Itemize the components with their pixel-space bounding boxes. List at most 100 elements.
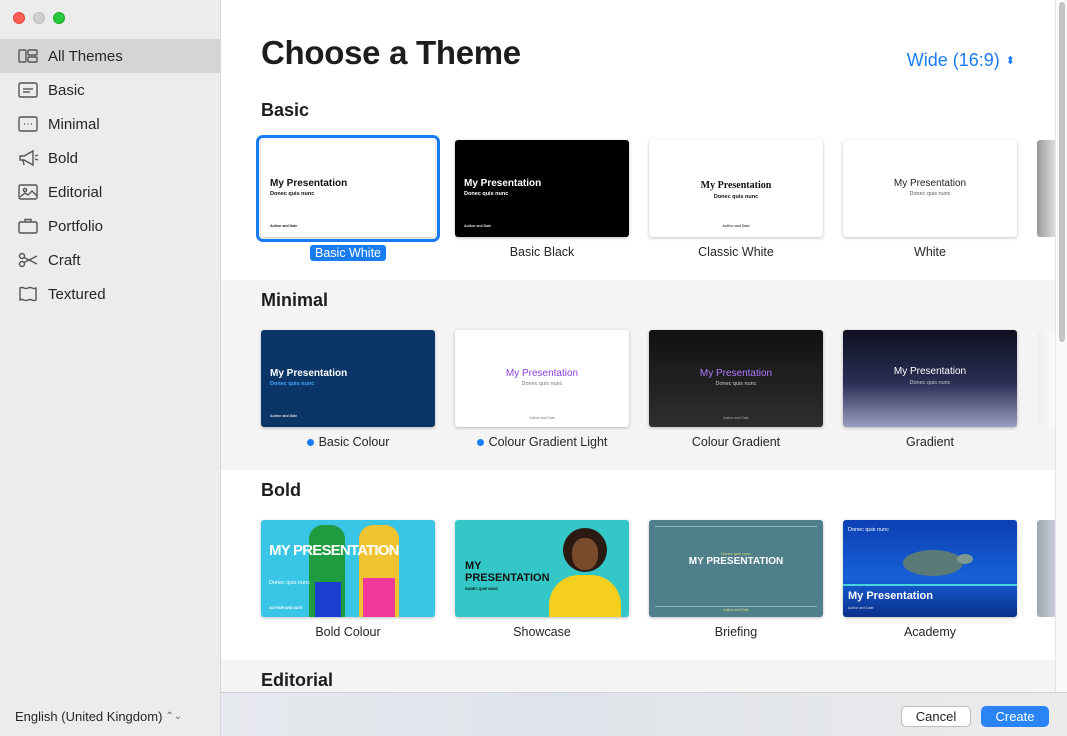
thumbnail-title: My Presentation: [848, 590, 933, 602]
theme-label: Classic White: [698, 245, 774, 259]
theme-showcase[interactable]: MY PRESENTATION DONEC QUIS NUNC Showcase: [455, 520, 629, 641]
turtle-head: [957, 554, 973, 564]
thumbnail-subtitle: Donec quis nunc: [270, 191, 315, 197]
theme-label: Basic Colour: [306, 435, 389, 449]
aspect-ratio-selector[interactable]: Wide (16:9) ⬍: [907, 50, 1015, 71]
theme-thumbnail[interactable]: My Presentation Donec quis nunc: [843, 140, 1017, 237]
theme-colour-gradient-light[interactable]: My Presentation Donec quis nunc Author a…: [455, 330, 629, 451]
thumbnail-footer: Author and Date: [270, 414, 298, 418]
theme-basic-white[interactable]: My Presentation Donec quis nunc Author a…: [256, 135, 440, 262]
sidebar-item-textured[interactable]: Textured: [0, 277, 220, 311]
create-button[interactable]: Create: [981, 706, 1049, 727]
sidebar-item-basic[interactable]: Basic: [0, 73, 220, 107]
theme-bold-colour[interactable]: MY PRESENTATION Donec quis nunc AUTHOR A…: [261, 520, 435, 641]
theme-thumbnail[interactable]: My Presentation Donec quis nunc Author a…: [261, 330, 435, 427]
language-label: English (United Kingdom): [15, 709, 163, 724]
new-indicator-dot: [306, 438, 314, 446]
sidebar-item-label: Editorial: [48, 183, 103, 201]
vertical-scrollbar[interactable]: [1055, 0, 1067, 692]
theme-thumbnail[interactable]: My Presentation Donec quis nunc Author a…: [455, 140, 629, 237]
theme-thumbnail[interactable]: My Presentation Donec quis nunc Author a…: [256, 135, 440, 242]
thumbnail-subtitle: Donec quis nunc: [715, 381, 757, 387]
theme-chooser-main: Choose a Theme Wide (16:9) ⬍ Basic My Pr…: [221, 0, 1055, 692]
thumbnail-title: My Presentation: [893, 178, 967, 189]
sidebar-item-label: Craft: [48, 251, 81, 269]
image-icon: [17, 182, 39, 202]
theme-basic-black[interactable]: My Presentation Donec quis nunc Author a…: [455, 140, 629, 262]
sidebar-item-editorial[interactable]: Editorial: [0, 175, 220, 209]
section-heading: Minimal: [261, 290, 329, 310]
thumbnail-footer: Author and Date: [723, 416, 749, 420]
theme-label: Colour Gradient: [691, 435, 781, 449]
sidebar-item-minimal[interactable]: Minimal: [0, 107, 220, 141]
theme-thumbnail-partial[interactable]: [1037, 520, 1055, 617]
thumbnail-title: My Presentation: [270, 178, 348, 189]
theme-thumbnail[interactable]: My Presentation Donec quis nunc: [843, 330, 1017, 427]
basic-icon: [17, 80, 39, 100]
thumbnail-footer: Author and Date: [270, 224, 298, 228]
minimal-icon: [17, 114, 39, 134]
thumbnail-footer: Author and Date: [722, 224, 750, 228]
sidebar-item-craft[interactable]: Craft: [0, 243, 220, 277]
sidebar-item-label: Portfolio: [48, 217, 104, 235]
theme-thumbnail[interactable]: MY PRESENTATION DONEC QUIS NUNC: [455, 520, 629, 617]
thumbnail-title: My Presentation: [699, 368, 773, 379]
theme-thumbnail[interactable]: Donec quis nunc MY PRESENTATION Author a…: [649, 520, 823, 617]
sidebar-item-bold[interactable]: Bold: [0, 141, 220, 175]
turtle-shell: [903, 550, 963, 576]
section-heading: Basic: [261, 100, 310, 120]
section-editorial: Editorial: [221, 660, 1055, 692]
theme-thumbnail[interactable]: My Presentation Donec quis nunc Author a…: [649, 140, 823, 237]
maximize-window-button[interactable]: [53, 12, 65, 24]
sidebar-item-portfolio[interactable]: Portfolio: [0, 209, 220, 243]
theme-label-text: Colour Gradient Light: [488, 435, 608, 449]
thumbnail-footer: Author and Date: [848, 606, 874, 610]
thumbnail-subtitle: DONEC QUIS NUNC: [465, 587, 499, 591]
theme-thumbnail-partial[interactable]: [1037, 330, 1055, 427]
theme-thumbnail[interactable]: MY PRESENTATION Donec quis nunc AUTHOR A…: [261, 520, 435, 617]
thumbnail-title: My Presentation: [893, 366, 967, 377]
thumbnail-subtitle: Donec quis nunc: [909, 380, 951, 386]
theme-thumbnail[interactable]: My Presentation Donec quis nunc Author a…: [455, 330, 629, 427]
thumbnail-subtitle: Donec quis nunc: [521, 381, 563, 387]
thumbnail-subtitle: Donec quis nunc: [270, 381, 315, 387]
minimize-window-button[interactable]: [33, 12, 45, 24]
theme-label: Basic White: [310, 245, 386, 261]
thumbnail-footer: Author and Date: [529, 416, 555, 420]
theme-classic-white[interactable]: My Presentation Donec quis nunc Author a…: [649, 140, 823, 262]
theme-white[interactable]: My Presentation Donec quis nunc White: [843, 140, 1017, 262]
thumbnail-subtitle: Donec quis nunc: [464, 191, 509, 197]
theme-gradient[interactable]: My Presentation Donec quis nunc Gradient: [843, 330, 1017, 451]
thumbnail-subtitle: Donec quis nunc: [848, 527, 889, 533]
theme-thumbnail-partial[interactable]: [1037, 140, 1055, 237]
cancel-button[interactable]: Cancel: [901, 706, 971, 727]
theme-thumbnail[interactable]: My Presentation Donec quis nunc Author a…: [649, 330, 823, 427]
top-rule: [655, 526, 817, 527]
thumbnail-subtitle: Donec quis nunc: [909, 191, 951, 197]
chevron-updown-icon: ⌃⌄: [165, 711, 183, 722]
thumbnail-title: My Presentation: [270, 368, 348, 379]
sidebar-item-label: Bold: [48, 149, 79, 167]
theme-academy[interactable]: Donec quis nunc My Presentation Author a…: [843, 520, 1017, 641]
thumbnail-footer: AUTHOR AND DATE: [269, 606, 303, 610]
scissors-icon: [17, 250, 39, 270]
theme-label: Gradient: [906, 435, 954, 449]
language-selector[interactable]: English (United Kingdom) ⌃⌄: [15, 709, 182, 724]
sidebar-item-all-themes[interactable]: All Themes: [0, 39, 220, 73]
thumbnail-title: MY PRESENTATION: [269, 542, 399, 559]
thumbnail-subtitle: Donec quis nunc: [269, 580, 310, 586]
theme-basic-colour[interactable]: My Presentation Donec quis nunc Author a…: [261, 330, 435, 451]
theme-thumbnail[interactable]: Donec quis nunc My Presentation Author a…: [843, 520, 1017, 617]
sidebar: All Themes Basic Minimal Bold Editorial …: [0, 0, 221, 736]
figure-right-trousers: [363, 578, 395, 617]
section-heading: Bold: [261, 480, 301, 500]
figure-left-trousers: [315, 582, 341, 617]
close-window-button[interactable]: [13, 12, 25, 24]
theme-colour-gradient[interactable]: My Presentation Donec quis nunc Author a…: [649, 330, 823, 451]
thumbnail-title: My Presentation: [464, 178, 542, 189]
briefcase-icon: [17, 216, 39, 236]
thumbnail-subtitle: Donec quis nunc: [713, 194, 759, 200]
theme-label: Colour Gradient Light: [476, 435, 608, 449]
theme-briefing[interactable]: Donec quis nunc MY PRESENTATION Author a…: [649, 520, 823, 641]
scrollbar-thumb[interactable]: [1059, 2, 1065, 342]
